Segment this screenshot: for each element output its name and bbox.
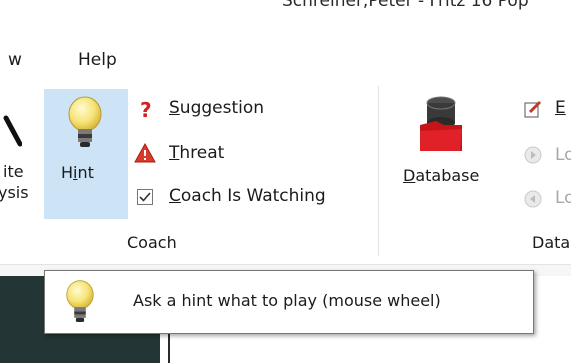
coach-group-label: Coach	[127, 233, 177, 252]
window-title: Schreiner,Peter - Fritz 16 Pop	[282, 0, 529, 11]
database-label: Database	[403, 166, 480, 185]
magnifier-icon	[3, 115, 22, 147]
analysis-label-line1: ite	[3, 162, 24, 181]
edit-icon	[524, 100, 542, 118]
arrow-right-icon	[524, 146, 542, 164]
suggestion-label: Suggestion	[169, 98, 265, 118]
menu-item-help[interactable]: Help	[78, 50, 117, 70]
data-group-label: Data	[532, 233, 571, 252]
threat-label: Threat	[169, 143, 225, 163]
warning-triangle-icon	[134, 143, 156, 163]
menu-item-view[interactable]: w	[8, 50, 22, 70]
load-next-label: Lo	[555, 145, 571, 165]
checkbox-icon	[137, 189, 153, 205]
arrow-left-icon	[524, 190, 542, 208]
database-icon	[420, 96, 462, 151]
red-question-mark-icon: ?	[140, 98, 152, 122]
hint-tooltip: Ask a hint what to play (mouse wheel)	[44, 270, 534, 334]
tooltip-text: Ask a hint what to play (mouse wheel)	[133, 291, 441, 310]
menu-bar: w Help	[0, 44, 571, 74]
coach-is-watching-label: Coach Is Watching	[169, 186, 326, 206]
load-previous-label: Lo	[555, 188, 571, 208]
title-bar: Schreiner,Peter - Fritz 16 Pop	[0, 0, 571, 22]
edit-label: E	[555, 98, 566, 118]
hint-label: Hint	[61, 163, 94, 182]
hint-button[interactable]: Hint	[44, 89, 128, 219]
lightbulb-icon	[68, 96, 102, 147]
lightbulb-icon	[66, 280, 94, 323]
analysis-label-line2: ysis	[0, 183, 29, 202]
ribbon-separator	[378, 86, 379, 256]
panel-border	[168, 332, 170, 363]
